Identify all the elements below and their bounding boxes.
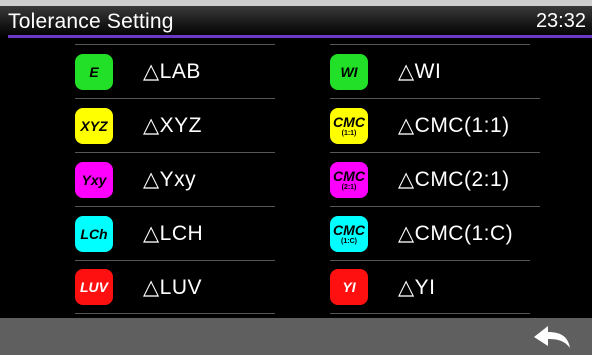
lab-badge-icon: E xyxy=(75,53,113,90)
tolerance-label: △LAB xyxy=(143,60,201,83)
luv-badge-icon: LUV xyxy=(75,269,113,305)
tolerance-label: △LCH xyxy=(143,222,204,245)
lch-badge-icon: LCh xyxy=(75,215,113,252)
tolerance-label: △CMC(2:1) xyxy=(398,168,510,191)
bottom-bar xyxy=(0,318,592,355)
cmc-1-1-badge-icon: CMC (1:1) xyxy=(330,107,368,144)
cmc-1-c-badge-icon: CMC (1:C) xyxy=(330,215,368,252)
tolerance-label: △YI xyxy=(398,275,436,299)
tolerance-label: △WI xyxy=(398,60,442,83)
tolerance-item-lab[interactable]: E △LAB xyxy=(75,44,275,98)
tolerance-label: △CMC(1:C) xyxy=(398,222,514,245)
tolerance-item-cmc-1-c[interactable]: CMC (1:C) △CMC(1:C) xyxy=(330,206,540,260)
tolerance-item-cmc-1-1[interactable]: CMC (1:1) △CMC(1:1) xyxy=(330,98,540,152)
tolerance-label: △LUV xyxy=(143,275,203,299)
back-button[interactable] xyxy=(532,324,572,350)
tolerance-item-cmc-2-1[interactable]: CMC (2:1) △CMC(2:1) xyxy=(330,152,540,206)
wi-badge-icon: WI xyxy=(330,53,368,90)
tolerance-item-wi[interactable]: WI △WI xyxy=(330,44,530,98)
tolerance-item-yi[interactable]: YI △YI xyxy=(330,260,530,314)
tolerance-label: △XYZ xyxy=(143,114,202,137)
tolerance-label: △Yxy xyxy=(143,168,197,191)
tolerance-grid: E △LAB XYZ △XYZ Yxy △Yxy LCh △LCH LUV △L… xyxy=(0,38,592,318)
yxy-badge-icon: Yxy xyxy=(75,161,113,198)
title-bar: Tolerance Setting 23:32 xyxy=(0,0,592,38)
xyz-badge-icon: XYZ xyxy=(75,107,113,144)
cmc-2-1-badge-icon: CMC (2:1) xyxy=(330,161,368,198)
back-arrow-icon xyxy=(534,326,570,348)
tolerance-item-yxy[interactable]: Yxy △Yxy xyxy=(75,152,275,206)
tolerance-label: △CMC(1:1) xyxy=(398,114,510,137)
tolerance-item-xyz[interactable]: XYZ △XYZ xyxy=(75,98,275,152)
yi-badge-icon: YI xyxy=(330,269,368,305)
tolerance-item-luv[interactable]: LUV △LUV xyxy=(75,260,275,314)
tolerance-item-lch[interactable]: LCh △LCH xyxy=(75,206,275,260)
page-title: Tolerance Setting xyxy=(8,10,174,33)
clock: 23:32 xyxy=(535,10,586,32)
